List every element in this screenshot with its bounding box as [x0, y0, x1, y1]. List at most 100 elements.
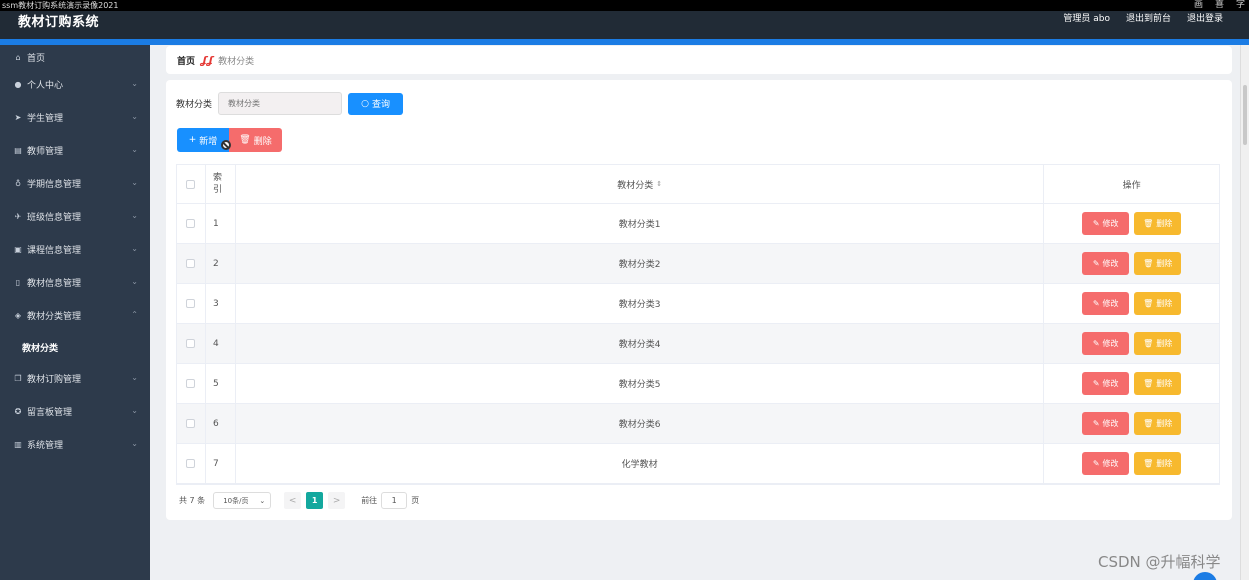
delete-button-label: 删除 — [1156, 459, 1173, 468]
row-name: 教材分类4 — [236, 324, 1045, 363]
admin-label: 管理员 abo — [1063, 14, 1110, 24]
edit-button[interactable]: ✎ 修改 — [1082, 372, 1130, 395]
trash-icon: 🗑 — [1143, 299, 1154, 308]
sidebar-item-label: 学期信息管理 — [27, 180, 82, 190]
page-scrollbar[interactable] — [1240, 45, 1249, 580]
sidebar-item-teachers[interactable]: ▤ 教师管理 ⌄ — [0, 134, 150, 167]
watermark: CSDN @升幅科学 — [1098, 553, 1221, 571]
edit-icon: ✎ — [1092, 459, 1100, 468]
breadcrumb-home[interactable]: 首页 — [177, 54, 195, 67]
row-checkbox[interactable] — [186, 339, 196, 348]
edit-icon: ✎ — [1092, 339, 1100, 348]
sort-icon[interactable]: ⇕ — [656, 180, 662, 188]
floating-action-button[interactable] — [1193, 572, 1217, 580]
chevron-down-icon: ⌄ — [131, 145, 138, 154]
logout-link[interactable]: 退出登录 — [1187, 11, 1223, 24]
edit-button[interactable]: ✎ 修改 — [1082, 292, 1130, 315]
page-number-1[interactable]: 1 — [306, 492, 324, 509]
row-checkbox[interactable] — [186, 259, 196, 268]
select-all-checkbox[interactable] — [186, 179, 196, 189]
delete-button[interactable]: 🗑 删除 — [1134, 372, 1182, 395]
sidebar-item-profile[interactable]: ● 个人中心 ⌄ — [0, 68, 150, 101]
chevron-down-icon: ⌄ — [131, 406, 138, 415]
back-to-frontend-link[interactable]: 退出到前台 — [1126, 11, 1171, 24]
recorder-control-2[interactable]: 喜 — [1215, 0, 1224, 11]
delete-button-label: 删除 — [1156, 259, 1173, 268]
chevron-down-icon: ⌄ — [131, 439, 138, 448]
row-select-cell — [177, 444, 206, 483]
search-bar: 教材分类 ○ 查询 — [176, 92, 404, 115]
recorder-title: ssm教材订购系统演示录像2021 — [2, 1, 119, 10]
sidebar-item-label: 学生管理 — [27, 114, 64, 124]
row-select-cell — [177, 284, 206, 323]
edit-button[interactable]: ✎ 修改 — [1082, 412, 1130, 435]
delete-button[interactable]: 🗑 删除 — [1134, 212, 1182, 235]
edit-button[interactable]: ✎ 修改 — [1082, 252, 1130, 275]
row-checkbox[interactable] — [186, 379, 196, 388]
edit-icon: ✎ — [1092, 299, 1100, 308]
search-button[interactable]: ○ 查询 — [348, 92, 404, 115]
chart-icon: ▥ — [14, 440, 22, 449]
table-row: 1 教材分类1 ✎ 修改 🗑 删除 — [177, 204, 1219, 244]
delete-button-label: 删除 — [1156, 219, 1173, 228]
copy-icon: ❐ — [14, 374, 22, 383]
row-checkbox[interactable] — [186, 299, 196, 308]
delete-button[interactable]: 🗑 删除 — [1134, 252, 1182, 275]
batch-delete-button[interactable]: 🗑 删除 — [229, 128, 282, 152]
recorder-control-1[interactable]: 画 — [1194, 0, 1203, 11]
user-icon: ● — [14, 80, 22, 89]
header-index: 索引 — [206, 165, 236, 203]
row-name: 教材分类1 — [236, 204, 1045, 243]
delete-button[interactable]: 🗑 删除 — [1134, 332, 1182, 355]
sidebar-item-label: 留言板管理 — [27, 408, 73, 418]
chevron-down-icon: ⌄ — [131, 244, 138, 253]
goto-page-input[interactable]: 1 — [381, 492, 408, 509]
sidebar-subitem-textbook-category[interactable]: 教材分类 — [0, 332, 150, 362]
breadcrumb: 首页 ʆʆ 教材分类 — [166, 46, 1232, 74]
row-checkbox[interactable] — [186, 459, 196, 468]
delete-button[interactable]: 🗑 删除 — [1134, 292, 1182, 315]
sidebar-item-courses[interactable]: ▣ 课程信息管理 ⌄ — [0, 233, 150, 266]
header-name[interactable]: 教材分类 ⇕ — [236, 165, 1045, 203]
sidebar-item-messages[interactable]: ✪ 留言板管理 ⌄ — [0, 395, 150, 428]
prev-page-button[interactable]: < — [284, 492, 302, 509]
sidebar-item-classes[interactable]: ✈ 班级信息管理 ⌄ — [0, 200, 150, 233]
sidebar-item-textbook-category[interactable]: ◈ 教材分类管理 ⌃ — [0, 299, 150, 332]
recorder-control-3[interactable]: 字 — [1236, 0, 1245, 11]
chevron-down-icon: ⌄ — [259, 496, 266, 505]
next-page-button[interactable]: > — [328, 492, 346, 509]
edit-button[interactable]: ✎ 修改 — [1082, 212, 1130, 235]
chevron-down-icon: ⌄ — [131, 277, 138, 286]
table-row: 4 教材分类4 ✎ 修改 🗑 删除 — [177, 324, 1219, 364]
header-accent-line — [0, 39, 1249, 45]
search-input[interactable] — [218, 92, 343, 115]
edit-button-label: 修改 — [1102, 459, 1119, 468]
row-checkbox[interactable] — [186, 419, 196, 428]
edit-button[interactable]: ✎ 修改 — [1082, 452, 1130, 475]
table-row: 2 教材分类2 ✎ 修改 🗑 删除 — [177, 244, 1219, 284]
sidebar-item-semester[interactable]: ♁ 学期信息管理 ⌄ — [0, 167, 150, 200]
app-title: 教材订购系统 — [18, 15, 100, 30]
sidebar-item-label: 班级信息管理 — [27, 213, 82, 223]
add-button[interactable]: + 新增 — [177, 128, 229, 152]
chevron-down-icon: ⌄ — [131, 373, 138, 382]
row-select-cell — [177, 244, 206, 283]
recorder-bar: ssm教材订购系统演示录像2021 画 喜 字 — [0, 0, 1249, 11]
delete-button[interactable]: 🗑 删除 — [1134, 452, 1182, 475]
sidebar-item-home[interactable]: ⌂ 首页 — [0, 46, 150, 68]
sidebar-item-label: 课程信息管理 — [27, 246, 82, 256]
delete-button[interactable]: 🗑 删除 — [1134, 412, 1182, 435]
trash-icon: 🗑 — [1143, 339, 1154, 348]
scrollbar-thumb[interactable] — [1243, 85, 1247, 145]
sidebar-item-orders[interactable]: ❐ 教材订购管理 ⌄ — [0, 362, 150, 395]
sidebar-item-textbooks[interactable]: ▯ 教材信息管理 ⌄ — [0, 266, 150, 299]
row-checkbox[interactable] — [186, 219, 196, 228]
sidebar-item-students[interactable]: ➤ 学生管理 ⌄ — [0, 101, 150, 134]
delete-button-label: 删除 — [253, 136, 272, 147]
edit-button[interactable]: ✎ 修改 — [1082, 332, 1130, 355]
sidebar-item-system[interactable]: ▥ 系统管理 ⌄ — [0, 428, 150, 461]
table-row: 7 化学教材 ✎ 修改 🗑 删除 — [177, 444, 1219, 484]
sidebar-item-label: 教师管理 — [27, 147, 64, 157]
page-size-select[interactable]: 10条/页 ⌄ — [213, 492, 272, 509]
row-name: 化学教材 — [236, 444, 1045, 483]
